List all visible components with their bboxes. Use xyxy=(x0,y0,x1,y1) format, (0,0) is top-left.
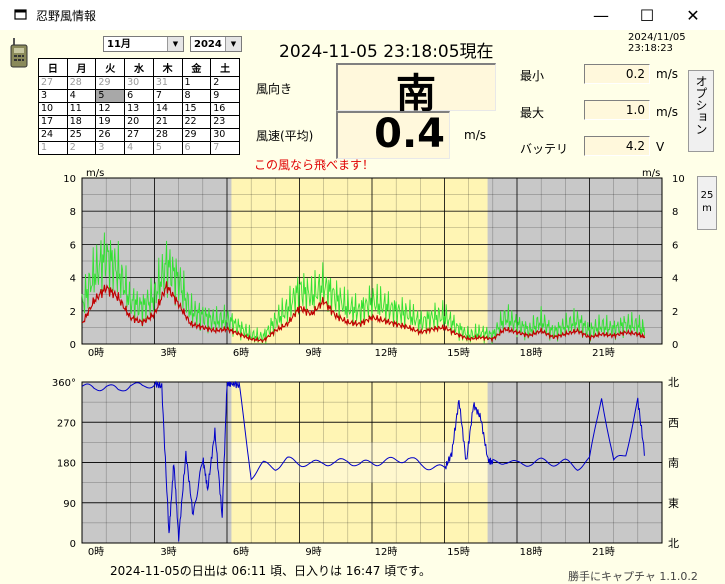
y-tick-label: 4 xyxy=(70,274,76,285)
x-tick-label: 21時 xyxy=(592,546,615,558)
maximize-button[interactable]: ☐ xyxy=(624,0,670,30)
y-tick-label: 360° xyxy=(52,378,76,389)
main-client: 11月 ▼ 2024 ▼ 日 月 火 水 木 金 土 27 28 29 30 3… xyxy=(0,30,725,583)
x-tick-label: 9時 xyxy=(305,347,321,359)
minimize-icon: — xyxy=(593,5,609,25)
x-tick-label: 18時 xyxy=(520,347,543,359)
y-tick-label-right: 4 xyxy=(672,274,678,285)
close-icon: ✕ xyxy=(686,5,700,25)
x-tick-label: 3時 xyxy=(160,546,176,558)
compass-label: 西 xyxy=(668,416,679,429)
y-tick-label: 180 xyxy=(57,459,76,470)
close-button[interactable]: ✕ xyxy=(670,0,716,30)
y-tick-label: 8 xyxy=(70,207,76,218)
x-tick-label: 3時 xyxy=(160,347,176,359)
compass-label: 北 xyxy=(668,376,679,389)
y-tick-label-right: 10 xyxy=(672,174,685,185)
x-tick-label: 12時 xyxy=(375,347,398,359)
y-tick-label: 6 xyxy=(70,240,76,251)
y-tick-label: 0 xyxy=(70,539,76,550)
window-title: 忍野風情報 xyxy=(36,9,97,23)
x-tick-label: 9時 xyxy=(305,546,321,558)
maximize-icon: ☐ xyxy=(639,5,655,25)
y-unit-right: m/s xyxy=(642,168,660,179)
credit-text: 勝手にキャプチャ 1.1.0.2 xyxy=(568,570,698,583)
sunrise-sunset-info: 2024-11-05の日出は 06:11 頃、日入りは 16:47 頃です。 xyxy=(110,564,431,578)
x-tick-label: 0時 xyxy=(88,347,104,359)
y-tick-label: 270 xyxy=(57,418,76,429)
y-tick-label-right: 6 xyxy=(672,240,678,251)
x-tick-label: 21時 xyxy=(592,347,615,359)
y-tick-label-right: 0 xyxy=(672,340,678,351)
x-tick-label: 0時 xyxy=(88,546,104,558)
charts-area: 0時 3時 6時 9時 12時 15時 18時 21時 0 0 2 2 4 4 6 6 8 8 10 10 m/s m/s… xyxy=(52,168,685,558)
minimize-button[interactable]: — xyxy=(578,0,624,30)
y-tick-label: 10 xyxy=(63,174,76,185)
y-tick-label-right: 8 xyxy=(672,207,678,218)
y-tick-label: 90 xyxy=(63,499,76,510)
y-unit-left: m/s xyxy=(86,168,104,179)
x-tick-label: 6時 xyxy=(233,347,249,359)
compass-label: 北 xyxy=(668,537,679,550)
y-tick-label: 2 xyxy=(70,307,76,318)
x-tick-label: 6時 xyxy=(233,546,249,558)
compass-label: 南 xyxy=(668,457,679,470)
south-band xyxy=(231,442,488,483)
y-tick-label: 0 xyxy=(70,340,76,351)
title-bar: 忍野風情報 — ☐ ✕ xyxy=(0,0,725,30)
x-tick-label: 15時 xyxy=(447,546,470,558)
x-tick-label: 12時 xyxy=(375,546,398,558)
app-icon xyxy=(14,9,27,20)
y-tick-label-right: 2 xyxy=(672,307,678,318)
compass-label: 東 xyxy=(668,497,679,510)
x-tick-label: 15時 xyxy=(447,347,470,359)
x-tick-label: 18時 xyxy=(520,546,543,558)
